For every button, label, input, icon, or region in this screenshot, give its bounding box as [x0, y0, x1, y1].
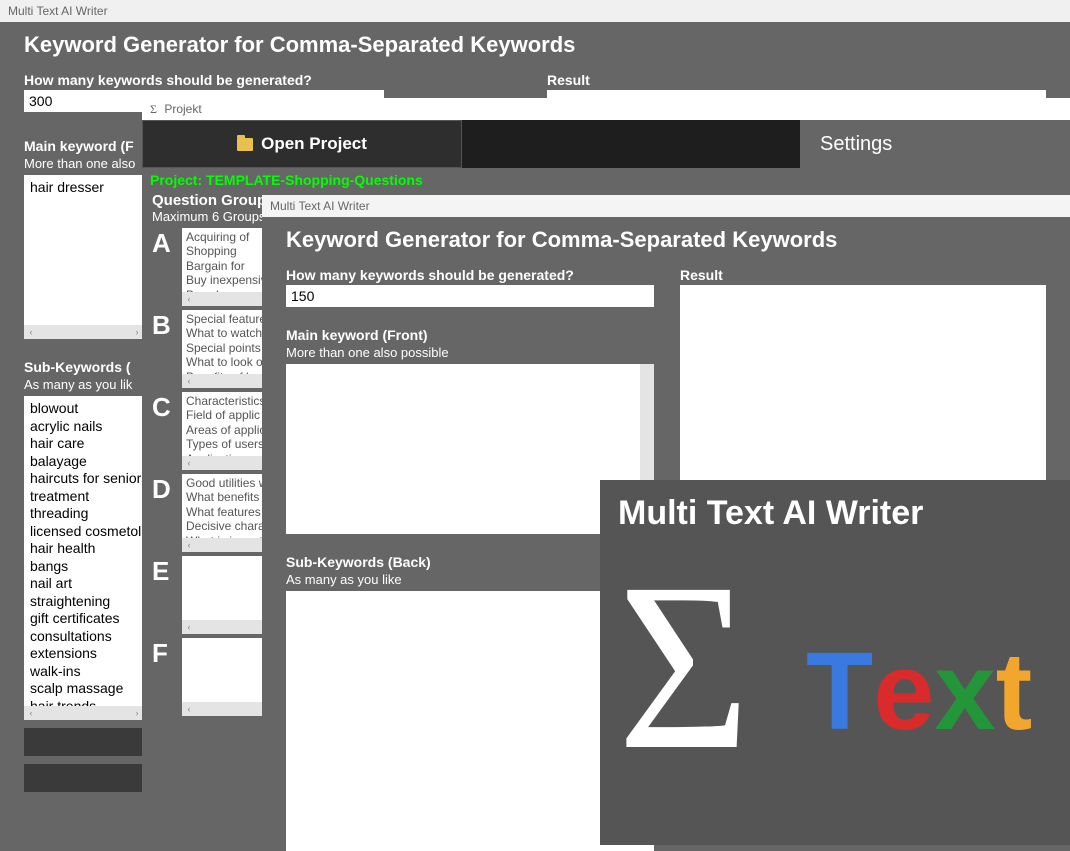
- list-item: hair dresser, straightening: [686, 394, 1040, 412]
- list-item: blowout: [30, 400, 138, 418]
- settings-tab[interactable]: Settings: [800, 120, 1070, 168]
- open-project-button[interactable]: Open Project: [142, 120, 462, 168]
- list-item: hairstylist, braiding: [686, 429, 1040, 447]
- list-item: acrylic nails: [30, 418, 138, 436]
- list-item: bangs: [30, 558, 138, 576]
- subkw-box[interactable]: colorbangsgel nailsnail artbalayagewalk-…: [286, 591, 654, 851]
- list-item: walk-ins: [292, 683, 648, 701]
- count-label: How many keywords should be generated?: [24, 72, 523, 88]
- group-letter: F: [152, 638, 176, 669]
- scrollbar-x[interactable]: ‹›: [24, 325, 144, 339]
- list-item: extensions: [292, 840, 648, 851]
- list-item: haircuts for seniors: [30, 470, 138, 488]
- group-letter: B: [152, 310, 176, 341]
- scrollbar-x[interactable]: ‹›: [24, 706, 144, 720]
- group-letter: C: [152, 392, 176, 423]
- list-item: bridal hair: [292, 718, 648, 736]
- subkw-label: Sub-Keywords (Back): [286, 554, 654, 570]
- open-project-label: Open Project: [261, 134, 367, 154]
- list-item: threading: [30, 505, 138, 523]
- list-item: hairstylist, hair accessories: [686, 377, 1040, 395]
- count-input[interactable]: [286, 285, 654, 307]
- subkw-box[interactable]: blowoutacrylic nailshair carebalayagehai…: [24, 396, 144, 706]
- logo-overlay: Multi Text AI Writer Σ T e x t: [600, 480, 1070, 845]
- list-item: licensed cosmetol: [30, 523, 138, 541]
- list-item: scalp massage: [30, 680, 138, 698]
- list-item: styling: [292, 788, 648, 806]
- titlebar: Σ Projekt: [142, 98, 1070, 120]
- list-item: hair salon, perm: [686, 464, 1040, 480]
- list-item: hair health: [30, 540, 138, 558]
- sigma-icon: Σ: [617, 546, 750, 786]
- list-item: consultations: [292, 823, 648, 841]
- settings-label: Settings: [820, 133, 892, 156]
- window-title: Multi Text AI Writer: [8, 4, 108, 18]
- window-title: Projekt: [164, 102, 201, 116]
- mainkw-sub: More than one also possible: [286, 345, 654, 360]
- count-label: How many keywords should be generated?: [286, 267, 654, 283]
- list-item: hair dresser: [292, 368, 638, 386]
- list-item: special occasion makeup: [292, 805, 648, 823]
- list-item: nail art: [292, 648, 648, 666]
- list-item: hair salon, salon etiquette: [686, 412, 1040, 430]
- list-item: hair dresser, styling: [686, 342, 1040, 360]
- logo-word: T e x t: [806, 628, 1032, 755]
- list-item: hair dresser, hair products: [686, 447, 1040, 465]
- list-item: hair care: [30, 435, 138, 453]
- page-heading: Keyword Generator for Comma-Separated Ke…: [24, 32, 1046, 58]
- list-item: blowout: [292, 753, 648, 771]
- logo-title: Multi Text AI Writer: [600, 480, 1070, 537]
- list-item: bangs: [292, 613, 648, 631]
- list-item: bridal makeup: [292, 700, 648, 718]
- toolbar: Open Project Settings: [142, 120, 1070, 168]
- list-item: balayage: [30, 453, 138, 471]
- list-item: color: [292, 595, 648, 613]
- list-item: consultations: [30, 628, 138, 646]
- mainkw-label: Main keyword (Front): [286, 327, 654, 343]
- mainkw-box[interactable]: hair dresserhair salonhairstylist: [286, 364, 654, 534]
- titlebar: Multi Text AI Writer: [262, 195, 1070, 217]
- list-item: hair salon: [292, 386, 638, 404]
- list-item: hair salon, trim: [686, 359, 1040, 377]
- group-letter: A: [152, 228, 176, 259]
- list-item: hair dresser, treatment: [686, 289, 1040, 307]
- list-item: balayage: [292, 665, 648, 683]
- list-item: hairstylist: [292, 403, 638, 421]
- list-item: straightening: [30, 593, 138, 611]
- list-item: gel nails: [292, 630, 648, 648]
- group-letter: E: [152, 556, 176, 587]
- list-item: gift certificates: [30, 610, 138, 628]
- subkw-sub: As many as you like: [286, 572, 654, 587]
- window-title: Multi Text AI Writer: [270, 199, 370, 213]
- list-item: hair salon, client satisfaction: [686, 307, 1040, 325]
- list-item: treatment: [30, 488, 138, 506]
- project-path: Project: TEMPLATE-Shopping-Questions: [142, 168, 1070, 192]
- mainkw-box[interactable]: hair dresser: [24, 175, 144, 325]
- folder-icon: [237, 138, 253, 151]
- list-item: extensions: [30, 645, 138, 663]
- mainkw-value: hair dresser: [30, 179, 138, 197]
- list-item: braiding: [292, 735, 648, 753]
- result-box[interactable]: hair dresser, treatmenthair salon, clien…: [680, 285, 1046, 480]
- list-item: nail art: [30, 575, 138, 593]
- list-item: walk-ins: [30, 663, 138, 681]
- result-label: Result: [547, 72, 1046, 88]
- list-item: hair trends: [30, 698, 138, 707]
- titlebar: Multi Text AI Writer: [0, 0, 1070, 22]
- list-item: hairstylist, men's haircut: [686, 324, 1040, 342]
- group-letter: D: [152, 474, 176, 505]
- result-label: Result: [680, 267, 1046, 283]
- list-item: perm: [292, 770, 648, 788]
- page-heading: Keyword Generator for Comma-Separated Ke…: [286, 227, 1046, 253]
